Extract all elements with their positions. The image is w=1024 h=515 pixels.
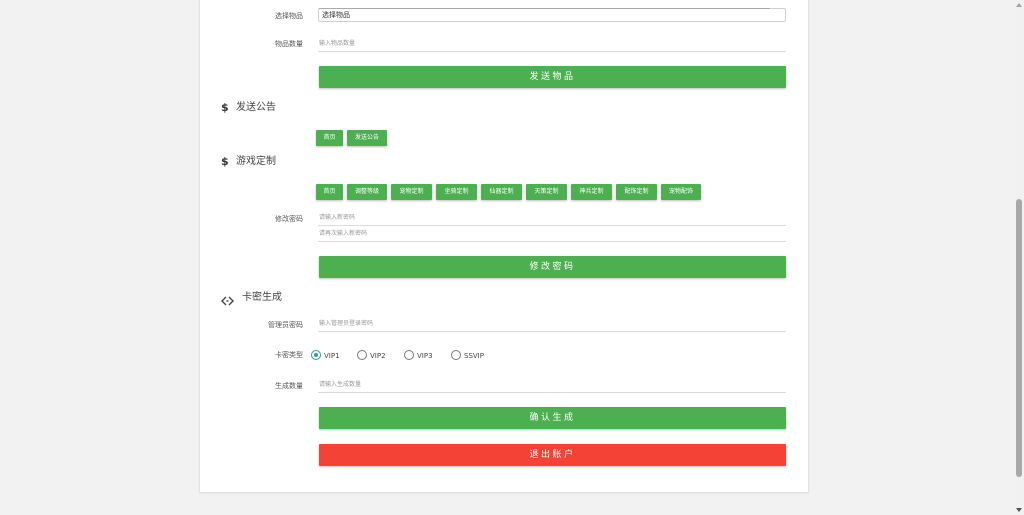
new-password-input[interactable]: 请输入新密码: [318, 210, 786, 226]
announce-section-title: 发送公告: [236, 102, 276, 113]
scroll-up-icon[interactable]: [1016, 3, 1022, 7]
dollar-icon: $: [221, 101, 229, 114]
radio-vip1-label: VIP1: [324, 352, 340, 360]
adjust-level-button[interactable]: 调整等级: [347, 184, 387, 200]
logout-button[interactable]: 退出账户: [319, 444, 786, 466]
mount-custom-button[interactable]: 坐骑定制: [436, 184, 477, 200]
radio-vip2[interactable]: [357, 350, 367, 360]
quantity-input[interactable]: 输入物品数量: [318, 36, 786, 52]
radio-ssvip-label: SSVIP: [464, 352, 484, 360]
scrollbar-thumb[interactable]: [1016, 199, 1022, 477]
generate-count-input[interactable]: 请输入生成数量: [318, 377, 786, 393]
weapon-custom-button[interactable]: 神兵定制: [571, 184, 612, 200]
radio-ssvip[interactable]: [451, 350, 461, 360]
scroll-down-icon[interactable]: [1016, 508, 1022, 512]
pet-accessory-button[interactable]: 宠物配饰: [661, 184, 701, 200]
quantity-label: 物品数量: [275, 40, 303, 48]
pet-custom-button[interactable]: 宠物定制: [391, 184, 432, 200]
change-password-label: 修改密码: [275, 215, 303, 223]
send-item-button[interactable]: 发送物品: [319, 66, 786, 88]
generate-count-label: 生成数量: [275, 382, 303, 390]
tiance-custom-button[interactable]: 天策定制: [526, 184, 567, 200]
accessory-custom-button[interactable]: 配饰定制: [616, 184, 657, 200]
send-announcement-button[interactable]: 发送公告: [347, 130, 387, 146]
admin-password-label: 管理员密码: [268, 321, 303, 329]
radio-vip3[interactable]: [404, 350, 414, 360]
confirm-generate-button[interactable]: 确认生成: [319, 407, 786, 429]
dollar-icon: $: [221, 155, 229, 168]
game-home-button[interactable]: 首页: [316, 184, 343, 200]
game-section-title: 游戏定制: [236, 156, 276, 167]
radio-vip3-label: VIP3: [417, 352, 433, 360]
card-section-title: 卡密生成: [242, 292, 282, 303]
code-icon: [221, 292, 234, 306]
card-type-label: 卡密类型: [275, 351, 303, 359]
change-password-button[interactable]: 修改密码: [319, 256, 786, 278]
artifact-custom-button[interactable]: 仙器定制: [481, 184, 522, 200]
confirm-password-input[interactable]: 请再次输入新密码: [318, 226, 786, 242]
select-item-label: 选择物品: [275, 12, 303, 20]
announce-home-button[interactable]: 首页: [316, 130, 343, 146]
radio-vip1[interactable]: [311, 350, 321, 360]
radio-vip2-label: VIP2: [370, 352, 386, 360]
item-select[interactable]: 选择物品: [318, 8, 786, 22]
admin-password-input[interactable]: 输入管理员登录密码: [318, 316, 786, 332]
